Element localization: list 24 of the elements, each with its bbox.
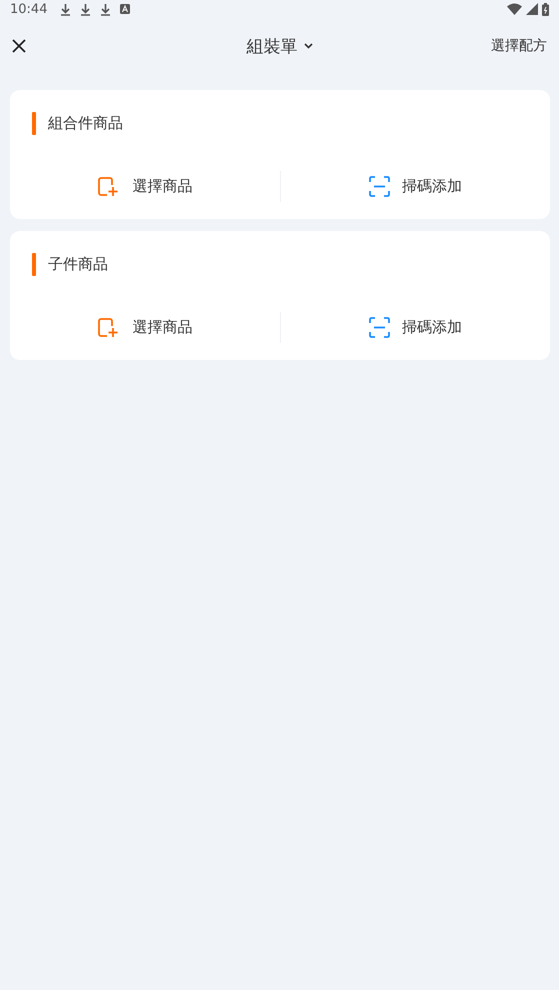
select-product-button[interactable]: 選擇商品 — [10, 170, 280, 202]
download-icon — [80, 2, 92, 16]
select-formula-button[interactable]: 選擇配方 — [491, 37, 547, 55]
select-product-button[interactable]: 選擇商品 — [10, 311, 280, 343]
app-notification-icon — [120, 4, 130, 14]
close-icon[interactable] — [12, 39, 26, 53]
accent-bar — [32, 252, 36, 276]
scan-icon — [368, 176, 390, 196]
wifi-icon — [507, 3, 522, 15]
section-title: 組合件商品 — [48, 114, 123, 132]
scan-add-button[interactable]: 掃碼添加 — [280, 170, 550, 202]
download-icon — [100, 2, 112, 16]
accent-bar — [32, 112, 36, 134]
download-icon — [60, 2, 72, 16]
chevron-down-icon[interactable] — [304, 43, 312, 49]
scan-icon — [368, 316, 390, 338]
add-square-icon — [97, 316, 120, 338]
add-square-icon — [97, 176, 120, 196]
battery-icon — [542, 2, 549, 16]
signal-icon — [526, 3, 538, 15]
section-title: 子件商品 — [48, 254, 108, 274]
scan-add-button[interactable]: 掃碼添加 — [280, 311, 550, 343]
status-time: 10:44 — [10, 2, 48, 16]
page-title[interactable]: 組裝單 — [246, 34, 298, 58]
